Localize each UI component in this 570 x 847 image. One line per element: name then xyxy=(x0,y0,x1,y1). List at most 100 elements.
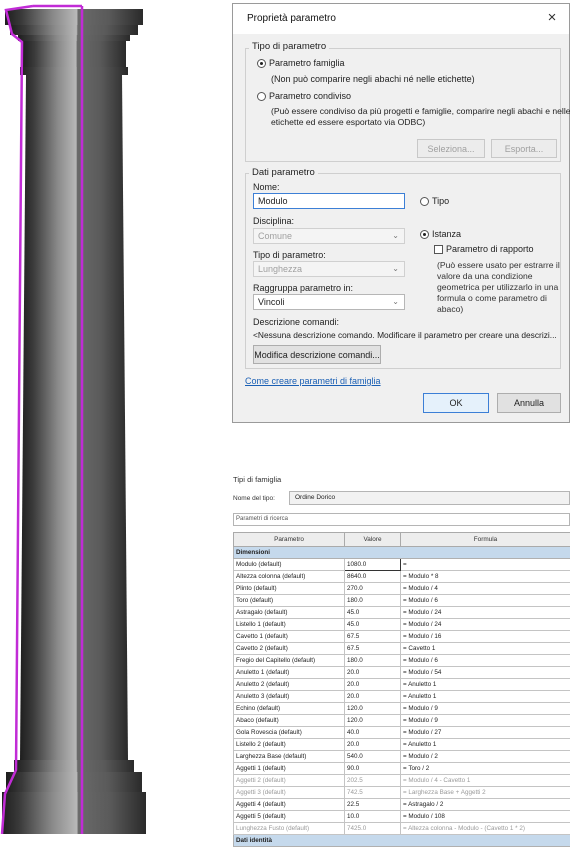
param-value-cell[interactable]: 45.0 xyxy=(345,607,401,619)
table-row[interactable]: Astragalo (default)45.0= Modulo / 24 xyxy=(234,607,570,619)
param-value-cell[interactable]: 540.0 xyxy=(345,751,401,763)
param-value-cell[interactable]: 1080.0 xyxy=(345,559,401,571)
param-value-cell[interactable]: 120.0 xyxy=(345,703,401,715)
table-row[interactable]: Listello 1 (default)45.0= Modulo / 24 xyxy=(234,619,570,631)
table-row[interactable]: Larghezza Base (default)540.0= Modulo / … xyxy=(234,751,570,763)
table-row[interactable]: Aggetti 5 (default)10.0= Modulo / 108 xyxy=(234,811,570,823)
report-parameter-label[interactable]: Parametro di rapporto xyxy=(446,244,534,254)
parameter-type-select[interactable]: Lunghezza ⌄ xyxy=(253,261,405,277)
help-link[interactable]: Come creare parametri di famiglia xyxy=(245,376,381,386)
report-parameter-desc: (Può essere usato per estrarre il valore… xyxy=(437,260,561,315)
table-row[interactable]: Lunghezza Fusto (default)7425.0= Altezza… xyxy=(234,823,570,835)
param-formula-cell[interactable]: = Modulo / 9 xyxy=(401,703,570,715)
edit-tooltip-button[interactable]: Modifica descrizione comandi... xyxy=(253,345,381,364)
param-formula-cell[interactable]: = Modulo / 4 - Cavetto 1 xyxy=(401,775,570,787)
param-value-cell[interactable]: 90.0 xyxy=(345,763,401,775)
param-value-cell[interactable]: 120.0 xyxy=(345,715,401,727)
param-formula-cell[interactable]: = Larghezza Base + Aggetti 2 xyxy=(401,787,570,799)
param-formula-cell[interactable]: = Modulo * 8 xyxy=(401,571,570,583)
param-value-cell[interactable]: 20.0 xyxy=(345,691,401,703)
type-radio[interactable] xyxy=(420,197,429,206)
group-row-identita[interactable]: Dati identità xyxy=(234,835,570,847)
family-parameter-label[interactable]: Parametro famiglia xyxy=(269,58,345,68)
param-value-cell[interactable]: 22.5 xyxy=(345,799,401,811)
param-value-cell[interactable]: 45.0 xyxy=(345,619,401,631)
param-value-cell[interactable]: 742.5 xyxy=(345,787,401,799)
table-row[interactable]: Echino (default)120.0= Modulo / 9 xyxy=(234,703,570,715)
param-value-cell[interactable]: 40.0 xyxy=(345,727,401,739)
param-formula-cell[interactable]: = Modulo / 108 xyxy=(401,811,570,823)
table-row[interactable]: Plinto (default)270.0= Modulo / 4 xyxy=(234,583,570,595)
param-formula-cell[interactable]: = Modulo / 9 xyxy=(401,715,570,727)
table-row[interactable]: Abaco (default)120.0= Modulo / 9 xyxy=(234,715,570,727)
export-button[interactable]: Esporta... xyxy=(491,139,557,158)
param-formula-cell[interactable]: = Modulo / 6 xyxy=(401,595,570,607)
shared-parameter-radio[interactable] xyxy=(257,92,266,101)
param-value-cell[interactable]: 20.0 xyxy=(345,667,401,679)
header-value[interactable]: Valore xyxy=(345,533,401,547)
column-3d-view[interactable] xyxy=(0,0,165,834)
search-parameters-input[interactable]: Parametri di ricerca xyxy=(233,513,570,526)
param-formula-cell[interactable]: = Modulo / 24 xyxy=(401,607,570,619)
table-row[interactable]: Gola Rovescia (default)40.0= Modulo / 27 xyxy=(234,727,570,739)
param-value-cell[interactable]: 202.5 xyxy=(345,775,401,787)
name-input[interactable]: Modulo xyxy=(253,193,405,209)
param-formula-cell[interactable]: = Altezza colonna - Modulo - (Cavetto 1 … xyxy=(401,823,570,835)
param-value-cell[interactable]: 180.0 xyxy=(345,655,401,667)
table-row[interactable]: Altezza colonna (default)8640.0= Modulo … xyxy=(234,571,570,583)
param-formula-cell[interactable]: = Modulo / 27 xyxy=(401,727,570,739)
table-row[interactable]: Listello 2 (default)20.0= Anuletto 1 xyxy=(234,739,570,751)
table-row[interactable]: Toro (default)180.0= Modulo / 6 xyxy=(234,595,570,607)
discipline-select[interactable]: Comune ⌄ xyxy=(253,228,405,244)
header-formula[interactable]: Formula xyxy=(401,533,570,547)
param-formula-cell[interactable]: = Cavetto 1 xyxy=(401,643,570,655)
param-value-cell[interactable]: 10.0 xyxy=(345,811,401,823)
param-formula-cell[interactable]: = Anuletto 1 xyxy=(401,739,570,751)
param-value-cell[interactable]: 270.0 xyxy=(345,583,401,595)
param-value-cell[interactable]: 20.0 xyxy=(345,679,401,691)
table-row[interactable]: Cavetto 1 (default)67.5= Modulo / 16 xyxy=(234,631,570,643)
cancel-button[interactable]: Annulla xyxy=(497,393,561,413)
table-row[interactable]: Modulo (default)1080.0= xyxy=(234,559,570,571)
type-name-select[interactable]: Ordine Dorico xyxy=(289,491,570,505)
table-row[interactable]: Anuletto 2 (default)20.0= Anuletto 1 xyxy=(234,679,570,691)
table-row[interactable]: Aggetti 2 (default)202.5= Modulo / 4 - C… xyxy=(234,775,570,787)
table-row[interactable]: Cavetto 2 (default)67.5= Cavetto 1 xyxy=(234,643,570,655)
group-parameter-select[interactable]: Vincoli ⌄ xyxy=(253,294,405,310)
table-row[interactable]: Aggetti 4 (default)22.5= Astragalo / 2 xyxy=(234,799,570,811)
param-formula-cell[interactable]: = Modulo / 54 xyxy=(401,667,570,679)
param-value-cell[interactable]: 8640.0 xyxy=(345,571,401,583)
instance-radio[interactable] xyxy=(420,230,429,239)
table-row[interactable]: Anuletto 1 (default)20.0= Modulo / 54 xyxy=(234,667,570,679)
param-formula-cell[interactable]: = Modulo / 16 xyxy=(401,631,570,643)
table-row[interactable]: Aggetti 3 (default)742.5= Larghezza Base… xyxy=(234,787,570,799)
param-formula-cell[interactable]: = Modulo / 24 xyxy=(401,619,570,631)
report-parameter-checkbox[interactable] xyxy=(434,245,443,254)
param-formula-cell[interactable]: = Modulo / 2 xyxy=(401,751,570,763)
param-formula-cell[interactable]: = Modulo / 6 xyxy=(401,655,570,667)
param-value-cell[interactable]: 67.5 xyxy=(345,643,401,655)
param-formula-cell[interactable]: = Anuletto 1 xyxy=(401,691,570,703)
table-row[interactable]: Fregio del Capitello (default)180.0= Mod… xyxy=(234,655,570,667)
param-formula-cell[interactable]: = Anuletto 1 xyxy=(401,679,570,691)
param-value-cell[interactable]: 67.5 xyxy=(345,631,401,643)
param-formula-cell[interactable]: = Modulo / 4 xyxy=(401,583,570,595)
close-icon[interactable]: × xyxy=(543,9,561,26)
param-formula-cell[interactable]: = xyxy=(401,559,570,571)
type-radio-label[interactable]: Tipo xyxy=(432,196,449,206)
param-value-cell[interactable]: 7425.0 xyxy=(345,823,401,835)
table-row[interactable]: Aggetti 1 (default)90.0= Toro / 2 xyxy=(234,763,570,775)
family-parameter-radio[interactable] xyxy=(257,59,266,68)
group-row-dimensioni[interactable]: Dimensioni xyxy=(234,547,570,559)
table-row[interactable]: Anuletto 3 (default)20.0= Anuletto 1 xyxy=(234,691,570,703)
instance-radio-label[interactable]: Istanza xyxy=(432,229,461,239)
ok-button[interactable]: OK xyxy=(423,393,489,413)
param-value-cell[interactable]: 20.0 xyxy=(345,739,401,751)
param-name-cell: Listello 1 (default) xyxy=(234,619,345,631)
param-value-cell[interactable]: 180.0 xyxy=(345,595,401,607)
param-formula-cell[interactable]: = Toro / 2 xyxy=(401,763,570,775)
shared-parameter-label[interactable]: Parametro condiviso xyxy=(269,91,351,101)
header-parameter[interactable]: Parametro xyxy=(234,533,345,547)
param-formula-cell[interactable]: = Astragalo / 2 xyxy=(401,799,570,811)
select-button[interactable]: Seleziona... xyxy=(417,139,485,158)
